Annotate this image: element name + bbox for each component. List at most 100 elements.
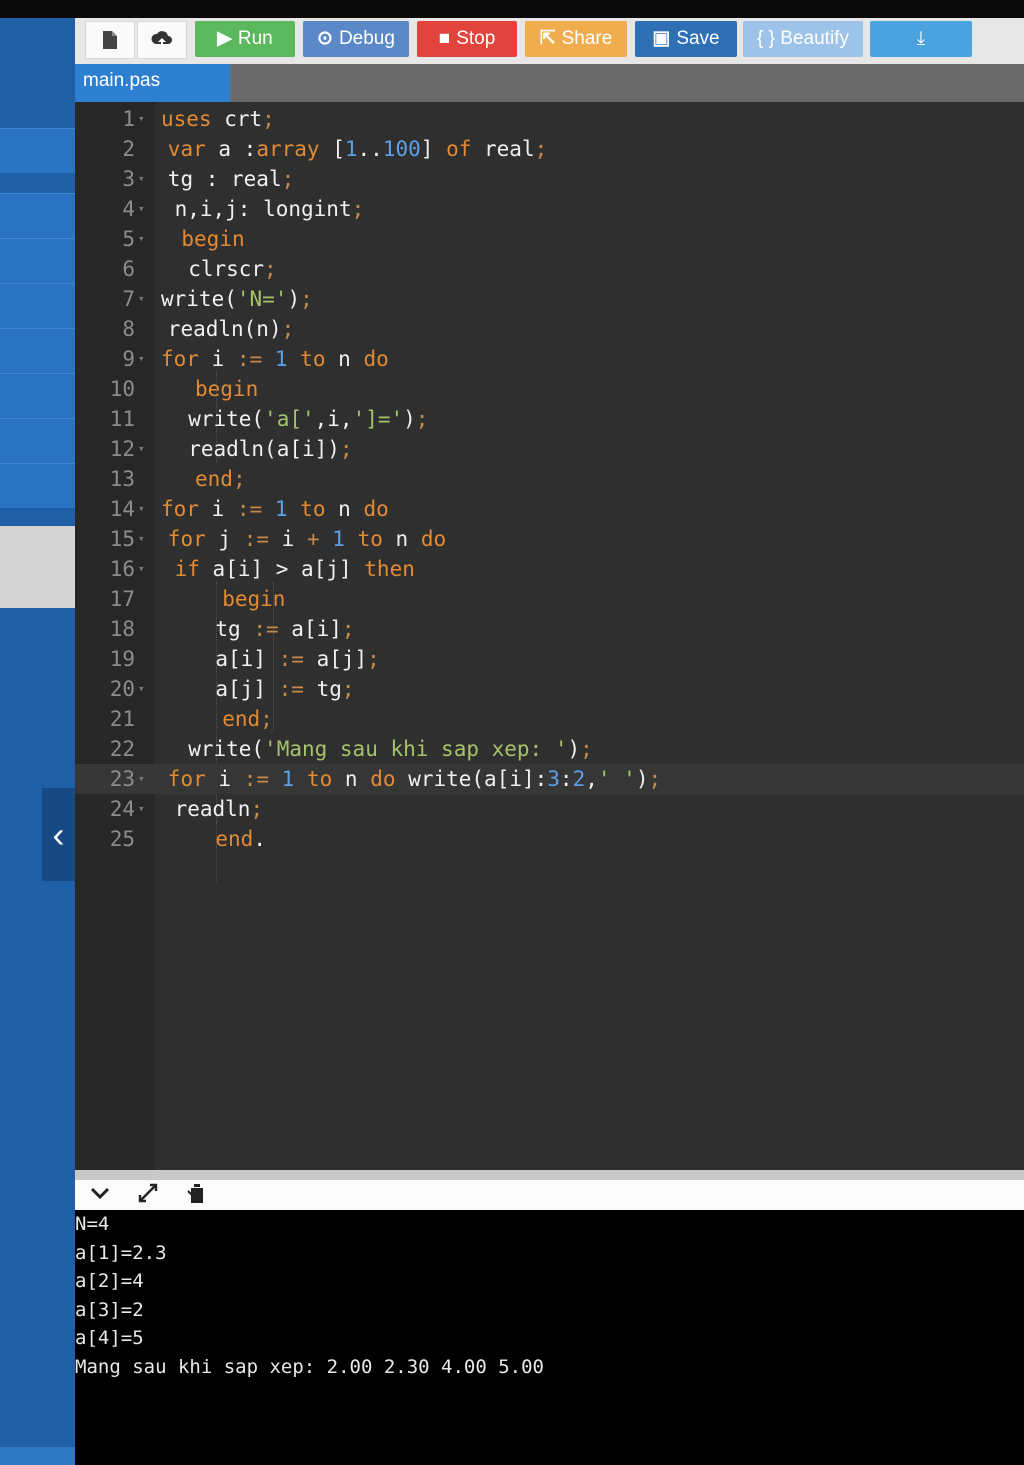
code-token: ; (580, 737, 593, 761)
fold-toggle-icon[interactable]: ▾ (138, 794, 150, 824)
download-button[interactable]: ⤓ (870, 21, 972, 57)
code-line[interactable]: 18 tg := a[i]; (75, 614, 1024, 644)
code-token: do (363, 347, 389, 371)
fold-toggle-icon[interactable]: ▾ (138, 164, 150, 194)
code-line[interactable]: 10 begin (75, 374, 1024, 404)
code-line[interactable]: 17 begin (75, 584, 1024, 614)
collapse-output-button[interactable] (85, 1182, 115, 1208)
sidebar-item[interactable] (0, 238, 75, 283)
line-number: 15 (109, 527, 135, 551)
code-text: a[j] := tg; (215, 674, 354, 704)
code-token: 1 (332, 527, 345, 551)
code-line[interactable]: 7 ▾ write('N='); (75, 284, 1024, 314)
sidebar: ‹ (0, 18, 75, 1465)
code-line[interactable]: 22 write('Mang sau khi sap xep: '); (75, 734, 1024, 764)
fold-toggle-icon[interactable]: ▾ (138, 434, 150, 464)
run-button[interactable]: ▶ Run (195, 21, 295, 57)
sidebar-item[interactable] (0, 418, 75, 463)
code-line[interactable]: 16 ▾ if a[i] > a[j] then (75, 554, 1024, 584)
panel-resize-handle[interactable] (75, 1170, 1024, 1180)
code-line[interactable]: 3 ▾ tg : real; (75, 164, 1024, 194)
code-line[interactable]: 14 ▾ for i := 1 to n do (75, 494, 1024, 524)
fold-toggle-icon[interactable]: ▾ (138, 344, 150, 374)
code-line[interactable]: 8 readln(n); (75, 314, 1024, 344)
new-file-button[interactable] (85, 21, 135, 59)
code-token: ; (341, 617, 355, 641)
code-line[interactable]: 19 a[i] := a[j]; (75, 644, 1024, 674)
fold-toggle-icon[interactable]: ▾ (138, 284, 150, 314)
code-text: end. (215, 824, 266, 854)
fold-toggle-icon[interactable]: ▾ (138, 524, 150, 554)
code-token: := (253, 617, 279, 641)
code-token: ; (281, 317, 295, 341)
line-number: 19 (109, 647, 135, 671)
code-token: [ (332, 137, 345, 161)
fold-toggle-icon[interactable]: ▾ (138, 224, 150, 254)
play-icon: ▶ (217, 28, 232, 49)
upload-button[interactable] (137, 21, 187, 59)
fold-toggle-icon[interactable]: ▾ (138, 554, 150, 584)
sidebar-spacer (0, 526, 75, 608)
fold-toggle-icon[interactable]: ▾ (138, 194, 150, 224)
code-line[interactable]: 6 clrscr; (75, 254, 1024, 284)
code-line[interactable]: 12 ▾ readln(a[i]); (75, 434, 1024, 464)
fold-toggle-icon[interactable]: ▾ (138, 764, 150, 794)
fold-toggle-icon[interactable]: ▾ (138, 674, 150, 704)
clear-output-button[interactable] (181, 1182, 211, 1208)
code-line[interactable]: 23 ▾ for i := 1 to n do write(a[i]:3:2,' '… (75, 764, 1024, 794)
file-icon (103, 30, 117, 49)
line-number: 25 (109, 827, 135, 851)
stop-button[interactable]: ■ Stop (417, 21, 517, 57)
console-output[interactable]: N=4 a[1]=2.3 a[2]=4 a[3]=2 a[4]=5 Mang sau kh… (75, 1210, 1024, 1465)
line-number: 13 (109, 467, 135, 491)
collapse-sidebar-button[interactable]: ‹ (42, 788, 75, 881)
code-token: 2 (572, 767, 586, 791)
code-token: ; (341, 677, 355, 701)
sidebar-item[interactable] (0, 128, 75, 173)
debug-button[interactable]: ⊙ Debug (303, 21, 409, 57)
code-line[interactable]: 2 var a :array [1..100] of real; (75, 134, 1024, 164)
expand-output-button[interactable] (133, 1182, 163, 1208)
code-token: .. (357, 137, 383, 161)
code-token: j (218, 527, 232, 551)
tab-main-pas[interactable]: main.pas (75, 64, 230, 102)
fold-toggle-icon[interactable]: ▾ (138, 494, 150, 524)
code-line[interactable]: 21 end; (75, 704, 1024, 734)
code-token: ) (567, 737, 581, 761)
sidebar-item[interactable] (0, 463, 75, 508)
code-token: a : (218, 137, 257, 161)
code-token: 'Mang sau khi sap xep: ' (264, 737, 568, 761)
code-token: i (211, 347, 225, 371)
sidebar-item[interactable] (0, 328, 75, 373)
code-line[interactable]: 4 ▾ n,i,j: longint; (75, 194, 1024, 224)
beautify-button[interactable]: { } Beautify (743, 21, 863, 57)
code-token: end (195, 467, 233, 491)
code-token: uses (161, 107, 212, 131)
sidebar-item[interactable] (0, 283, 75, 328)
code-line[interactable]: 15 ▾ for j := i + 1 to n do (75, 524, 1024, 554)
code-line[interactable]: 11 write('a[',i,']='); (75, 404, 1024, 434)
code-token: do (370, 767, 396, 791)
code-token: to (300, 497, 326, 521)
share-icon: ⇱ (539, 28, 556, 49)
sidebar-item[interactable] (0, 193, 75, 238)
code-line[interactable]: 25 end. (75, 824, 1024, 854)
code-token: := (243, 767, 269, 791)
save-button[interactable]: ▣ Save (635, 21, 737, 57)
code-editor[interactable]: 1 ▾ uses crt; 2 var a :array [1..100] of rea… (75, 102, 1024, 1170)
code-line[interactable]: 13 end; (75, 464, 1024, 494)
line-number: 8 (122, 317, 135, 341)
code-line[interactable]: 9 ▾ for i := 1 to n do (75, 344, 1024, 374)
code-line[interactable]: 20 ▾ a[j] := tg; (75, 674, 1024, 704)
code-line[interactable]: 24 ▾ readln; (75, 794, 1024, 824)
code-token: ; (339, 437, 353, 461)
code-line[interactable]: 1 ▾ uses crt; (75, 104, 1024, 134)
line-number: 23 (109, 767, 135, 791)
download-icon: ⤓ (916, 28, 926, 49)
stop-icon: ■ (438, 28, 451, 49)
sidebar-item[interactable] (0, 373, 75, 418)
fold-toggle-icon[interactable]: ▾ (138, 104, 150, 134)
share-button[interactable]: ⇱ Share (525, 21, 627, 57)
code-line[interactable]: 5 ▾ begin (75, 224, 1024, 254)
code-token: write(a[i]: (408, 767, 548, 791)
